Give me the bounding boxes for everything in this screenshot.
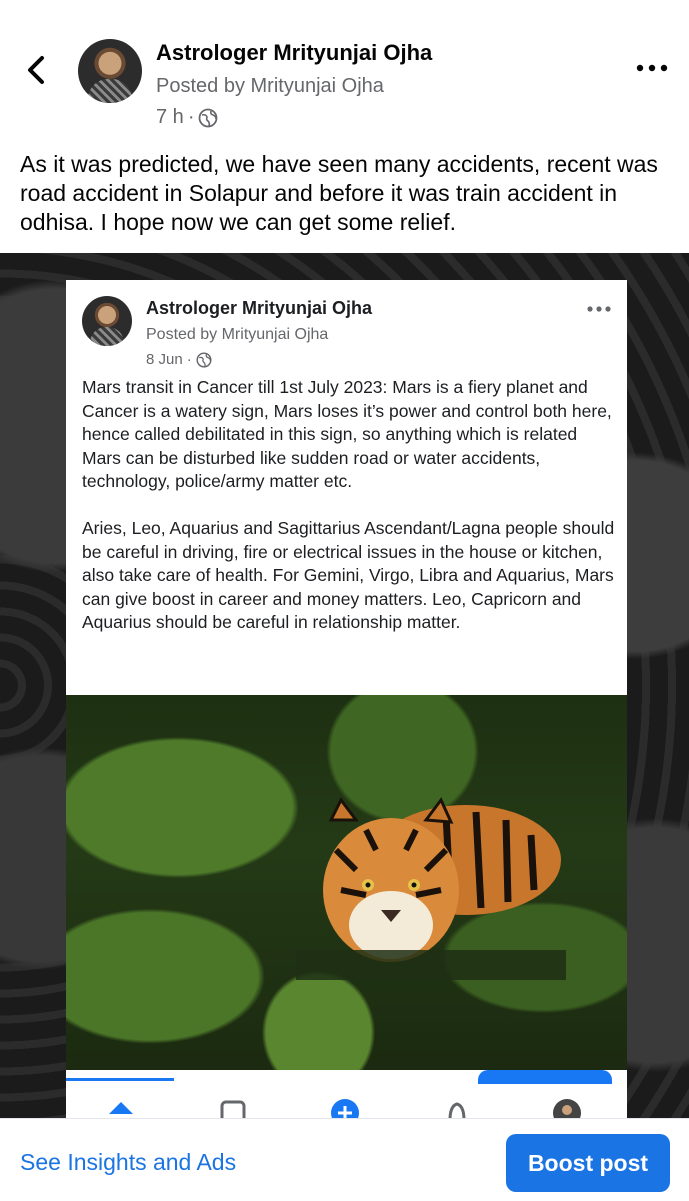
meta-separator: · [187,106,195,128]
shared-paragraph-2: Aries, Leo, Aquarius and Sagittarius Asc… [82,518,615,632]
shared-post-date: 8 Jun [146,351,183,368]
globe-icon [196,351,212,368]
shared-posted-by: Posted by Mrityunjai Ojha [146,326,329,343]
posted-by: Posted by Mrityunjai Ojha [156,75,384,97]
shared-author-name: Astrologer Mrityunjai Ojha [146,298,373,318]
post-meta: 7 h · [156,106,218,129]
shared-paragraph-1: Mars transit in Cancer till 1st July 202… [82,377,612,491]
shared-meta-separator: · [186,351,192,368]
tiger-photo [66,695,627,1070]
author-avatar[interactable] [78,39,142,103]
shared-author-avatar [82,296,132,346]
shared-screenshot: Astrologer Mrityunjai Ojha Posted by Mri… [66,280,627,1118]
blue-pill [478,1070,612,1084]
post-caption: As it was predicted, we have seen many a… [20,151,658,235]
shared-bottom-nav [66,1070,627,1118]
video-icon [220,1100,246,1118]
post-header: Astrologer Mrityunjai Ojha Posted by Mri… [0,0,689,140]
tiger-illustration [296,797,566,980]
post-footer: See Insights and Ads Boost post [0,1118,689,1201]
profile-icon [553,1099,581,1118]
active-tab-indicator [66,1078,174,1081]
more-options-icon [587,306,611,312]
bell-icon [448,1102,466,1118]
see-insights-link[interactable]: See Insights and Ads [20,1149,236,1176]
create-icon [331,1099,359,1118]
shared-post-text: Mars transit in Cancer till 1st July 202… [82,376,616,635]
author-name[interactable]: Astrologer Mrityunjai Ojha [156,40,432,66]
boost-post-button[interactable]: Boost post [506,1134,670,1192]
back-chevron-icon[interactable] [22,52,52,88]
home-icon [109,1102,133,1114]
post-time[interactable]: 7 h [156,106,184,129]
globe-icon [199,108,218,127]
shared-post-meta: 8 Jun · [146,351,212,368]
more-options-icon[interactable] [634,60,670,76]
